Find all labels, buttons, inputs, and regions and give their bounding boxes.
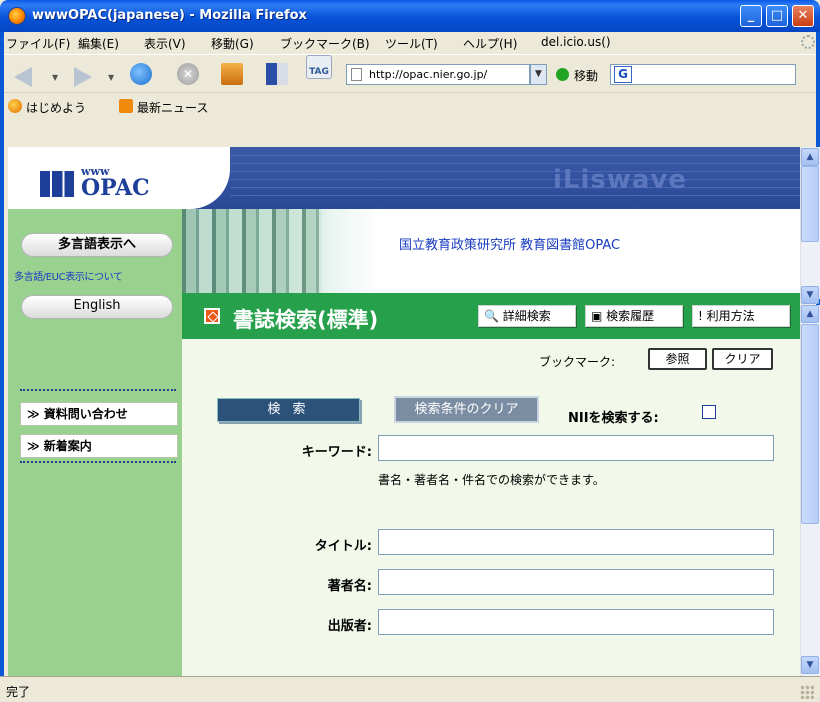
search-form: ブックマーク: 参照 クリア 検 索 検索条件のクリア NIIを検索する: キー… [182,339,800,676]
how-to-use-button[interactable]: ! 利用方法 [692,305,790,327]
opac-logo[interactable]: www OPAC [8,147,190,209]
url-text[interactable]: http://opac.nier.go.jp/ [369,68,487,81]
menu-delicious[interactable]: del.icio.us() [541,35,611,49]
iliswave-brand: iLiswave [553,165,688,195]
library-title: 国立教育政策研究所 教育図書館OPAC [399,238,621,253]
reload-icon[interactable] [130,63,152,85]
multilang-button[interactable]: 多言語表示へ [21,233,173,257]
nii-checkbox[interactable] [702,405,716,419]
clear-conditions-button[interactable]: 検索条件のクリア [394,396,539,423]
menu-file[interactable]: ファイル(F) [6,35,70,52]
menu-bookmarks[interactable]: ブックマーク(B) [280,35,370,52]
back-arrow-icon[interactable] [14,67,32,87]
author-input[interactable] [378,569,774,595]
scroll-up-arrow-icon[interactable]: ▲ [801,148,819,166]
tag-icon[interactable]: TAG [306,55,332,79]
page-title: 書誌検索(標準) [233,308,379,332]
resize-grip-icon[interactable] [800,685,814,699]
library-photo [182,209,322,293]
minimize-button[interactable]: _ [740,5,762,27]
scroll-down-arrow-icon[interactable]: ▼ [801,286,819,304]
new-arrivals-link[interactable]: ≫ 新着案内 [20,434,178,458]
heading-icon [204,308,220,324]
scroll-thumb[interactable] [801,166,819,242]
menu-go[interactable]: 移動(G) [211,35,254,52]
search-button[interactable]: 検 索 [217,398,360,422]
window-title: wwwOPAC(japanese) - Mozilla Firefox [32,8,307,23]
header-line [230,195,800,196]
window-frame-left [0,32,4,702]
navigation-toolbar: ▼ ▼ ✕ TAG http://opac.nier.go.jp/ ▼ 移動 G [0,54,820,92]
close-button[interactable]: ✕ [792,5,814,27]
header-line [230,179,800,180]
menu-bar: ファイル(F) 編集(E) 表示(V) 移動(G) ブックマーク(B) ツール(… [0,32,820,54]
menu-tools[interactable]: ツール(T) [385,35,438,52]
title-input[interactable] [378,529,774,555]
publisher-label: 出版者: [327,619,372,634]
go-icon[interactable] [556,68,569,81]
header-line [230,171,800,172]
status-text: 完了 [6,685,31,699]
divider [20,461,176,463]
google-icon[interactable]: G [614,66,632,83]
header-line [230,163,800,164]
firefox-logo-icon [8,7,26,25]
page-content: www OPAC iLiswave 多言語表示へ 多言語/EUC表示について E… [8,147,800,676]
throbber-icon [801,35,815,49]
header-line [230,155,800,156]
header-line [230,187,800,188]
back-dropdown-icon[interactable]: ▼ [52,73,58,82]
banner: 国立教育政策研究所 教育図書館OPAC [182,209,800,293]
bookmark-getting-started[interactable]: はじめよう [26,99,86,116]
search-heading-bar: 書誌検索(標準) 🔍 詳細検索 ▣ 検索履歴 ! 利用方法 [182,293,800,339]
firefox-bookmark-icon [8,99,22,113]
search-history-button[interactable]: ▣ 検索履歴 [585,305,683,327]
go-button[interactable]: 移動 [574,67,598,84]
books-logo-icon [40,171,74,197]
logo-opac-text: OPAC [81,175,150,201]
menu-edit[interactable]: 編集(E) [78,35,119,52]
bookmark-latest-news[interactable]: 最新ニュース [137,99,208,116]
keyword-label: キーワード: [301,445,372,460]
browse-button[interactable]: 参照 [648,348,707,370]
forward-arrow-icon[interactable] [74,67,92,87]
menu-view[interactable]: 表示(V) [144,35,186,52]
scroll-thumb[interactable] [801,324,819,524]
url-dropdown-button[interactable]: ▼ [530,64,547,85]
bookmarks-toolbar: はじめよう 最新ニュース [0,92,820,118]
page-icon [351,68,362,81]
sidebar-toggle-icon[interactable] [266,63,288,85]
opac-header: www OPAC iLiswave [8,147,800,209]
english-button[interactable]: English [21,295,173,319]
scroll-down-arrow-icon[interactable]: ▼ [801,656,819,674]
nii-label: NIIを検索する: [568,411,659,426]
url-bar[interactable]: http://opac.nier.go.jp/ [346,64,530,85]
window-titlebar: wwwOPAC(japanese) - Mozilla Firefox _ □ … [0,0,820,32]
maximize-button[interactable]: □ [766,5,788,27]
advanced-search-button[interactable]: 🔍 詳細検索 [478,305,576,327]
header-curve [190,147,230,209]
author-label: 著者名: [327,579,372,594]
multilang-info-link[interactable]: 多言語/EUC表示について [14,268,123,283]
bookmark-label: ブックマーク: [539,355,616,369]
menu-help[interactable]: ヘルプ(H) [463,35,517,52]
forward-dropdown-icon[interactable]: ▼ [108,73,114,82]
keyword-input[interactable] [378,435,774,461]
left-sidebar: 多言語表示へ 多言語/EUC表示について English ≫ 資料問い合わせ ≫… [8,209,182,676]
status-bar: 完了 [0,676,820,702]
publisher-input[interactable] [378,609,774,635]
scroll-up-arrow-icon[interactable]: ▲ [801,305,819,323]
search-input[interactable]: G [610,64,796,85]
stop-icon[interactable]: ✕ [177,63,199,85]
home-icon[interactable] [221,63,243,85]
divider [20,389,176,391]
clear-bookmark-button[interactable]: クリア [712,348,773,370]
rss-icon [119,99,133,113]
keyword-hint: 書名・著者名・件名での検索ができます。 [378,473,605,487]
title-label: タイトル: [314,539,372,554]
inquiry-link[interactable]: ≫ 資料問い合わせ [20,402,178,426]
